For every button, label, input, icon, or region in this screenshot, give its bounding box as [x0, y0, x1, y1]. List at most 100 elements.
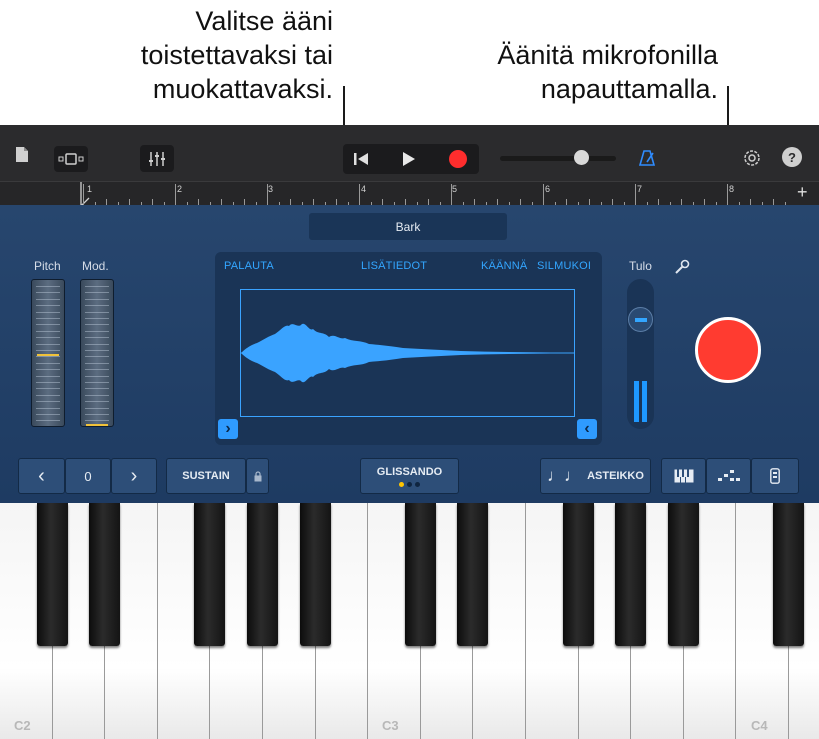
octave-down-button[interactable]: ‹: [18, 458, 65, 494]
black-key[interactable]: [562, 503, 594, 646]
glissando-mode-dots: [399, 482, 420, 487]
wheel-groove: [85, 324, 109, 326]
bar-number: 8: [729, 184, 735, 194]
browser-view-icon[interactable]: [54, 146, 88, 172]
wheel-groove: [85, 311, 109, 313]
gear-icon[interactable]: [739, 145, 765, 171]
lock-icon: [254, 470, 261, 481]
black-key[interactable]: [404, 503, 436, 646]
bar-tick: [175, 184, 176, 206]
wheel-groove: [36, 356, 60, 358]
black-key[interactable]: [773, 503, 804, 646]
bar-number: 4: [361, 184, 367, 194]
wheel-groove: [36, 311, 60, 313]
chevron-left-icon: ‹: [584, 420, 590, 437]
glissando-button[interactable]: GLISSANDO: [360, 458, 459, 494]
keyboard-layout-button[interactable]: [661, 458, 706, 494]
record-button[interactable]: [695, 317, 761, 383]
waveform-display[interactable]: [240, 289, 575, 417]
pitch-wheel[interactable]: [31, 279, 65, 427]
bar-tick: [267, 184, 268, 206]
wheel-groove: [36, 337, 60, 339]
rewind-icon[interactable]: [346, 146, 376, 172]
wheel-groove: [36, 394, 60, 396]
input-level-slider[interactable]: [627, 279, 654, 429]
scale-button[interactable]: ♩♩ ASTEIKKO: [540, 458, 651, 494]
black-key[interactable]: [615, 503, 647, 646]
black-key[interactable]: [89, 503, 121, 646]
wheel-groove: [36, 292, 60, 294]
wheel-groove: [85, 375, 109, 377]
reverse-button[interactable]: KÄÄNNÄ: [481, 260, 527, 272]
wheel-groove: [36, 318, 60, 319]
wheel-groove: [36, 388, 60, 390]
wheel-groove: [85, 337, 109, 339]
wheel-groove: [85, 330, 109, 332]
pitch-label: Pitch: [34, 259, 61, 273]
mixer-icon[interactable]: [140, 145, 174, 172]
loop-button[interactable]: SILMUKOI: [537, 260, 591, 272]
black-key[interactable]: [667, 503, 699, 646]
callout-line-1: Valitse ääni: [195, 6, 333, 36]
piano-keys-icon: [674, 469, 693, 483]
wheel-groove: [36, 298, 60, 300]
black-key[interactable]: [247, 503, 278, 646]
metronome-icon[interactable]: [634, 144, 660, 172]
wheel-groove: [85, 356, 109, 358]
wheel-groove: [36, 362, 60, 364]
black-key[interactable]: [36, 503, 68, 646]
bar-tick: [727, 184, 728, 206]
timeline-ruler[interactable]: 1 2 3 4 5 6 7 8 +: [0, 181, 819, 208]
callout-sound-select: Valitse ääni toistettavaksi tai muokatta…: [0, 4, 333, 106]
record-transport-icon[interactable]: [443, 146, 473, 172]
help-icon[interactable]: ?: [782, 147, 802, 167]
document-icon[interactable]: [10, 142, 34, 166]
bar-number: 6: [545, 184, 551, 194]
bar-tick: [359, 184, 360, 206]
sustain-label: SUSTAIN: [182, 470, 230, 482]
wheel-groove: [36, 350, 60, 351]
bar-tick: [451, 184, 452, 206]
octave-up-button[interactable]: ›: [111, 458, 157, 494]
bar-number: 3: [268, 184, 274, 194]
wheel-groove: [36, 382, 60, 383]
add-section-button[interactable]: +: [797, 182, 808, 203]
wheel-groove: [36, 286, 60, 287]
play-icon[interactable]: [394, 146, 424, 172]
toolbar: ?: [0, 125, 819, 181]
keyboard-settings-button[interactable]: [751, 458, 799, 494]
input-settings-icon[interactable]: [670, 255, 694, 279]
black-key[interactable]: [457, 503, 489, 646]
trim-end-handle[interactable]: ‹: [577, 419, 597, 439]
arpeggiator-button[interactable]: [706, 458, 751, 494]
mod-wheel[interactable]: [80, 279, 114, 427]
black-key[interactable]: [194, 503, 226, 646]
sustain-button[interactable]: SUSTAIN: [166, 458, 246, 494]
wheel-groove: [85, 407, 109, 409]
trim-start-handle[interactable]: ›: [218, 419, 238, 439]
wheel-groove: [36, 401, 60, 403]
chevron-right-icon: ›: [130, 464, 138, 487]
wheel-groove: [36, 407, 60, 409]
master-volume-slider[interactable]: [500, 150, 616, 165]
wheel-groove: [36, 324, 60, 326]
glissando-label: GLISSANDO: [376, 466, 443, 478]
black-key[interactable]: [299, 503, 331, 646]
more-info-button[interactable]: LISÄTIEDOT: [361, 260, 427, 272]
revert-button[interactable]: PALAUTA: [224, 260, 274, 272]
wheel-groove: [85, 382, 109, 383]
octave-number: 0: [84, 468, 92, 484]
remote-icon: [770, 468, 780, 484]
wheel-groove: [85, 298, 109, 300]
wheel-groove: [85, 350, 109, 351]
sustain-lock-button[interactable]: [246, 458, 269, 494]
wheel-groove: [85, 401, 109, 403]
wheel-groove: [36, 369, 60, 371]
sound-selector-button[interactable]: Bark: [309, 213, 507, 240]
wheel-groove: [36, 305, 60, 307]
callout-line-4: Äänitä mikrofonilla: [497, 40, 718, 70]
wheel-groove: [85, 394, 109, 396]
bar-number: 5: [452, 184, 458, 194]
input-slider-knob[interactable]: [628, 307, 653, 332]
wheel-groove: [85, 305, 109, 307]
